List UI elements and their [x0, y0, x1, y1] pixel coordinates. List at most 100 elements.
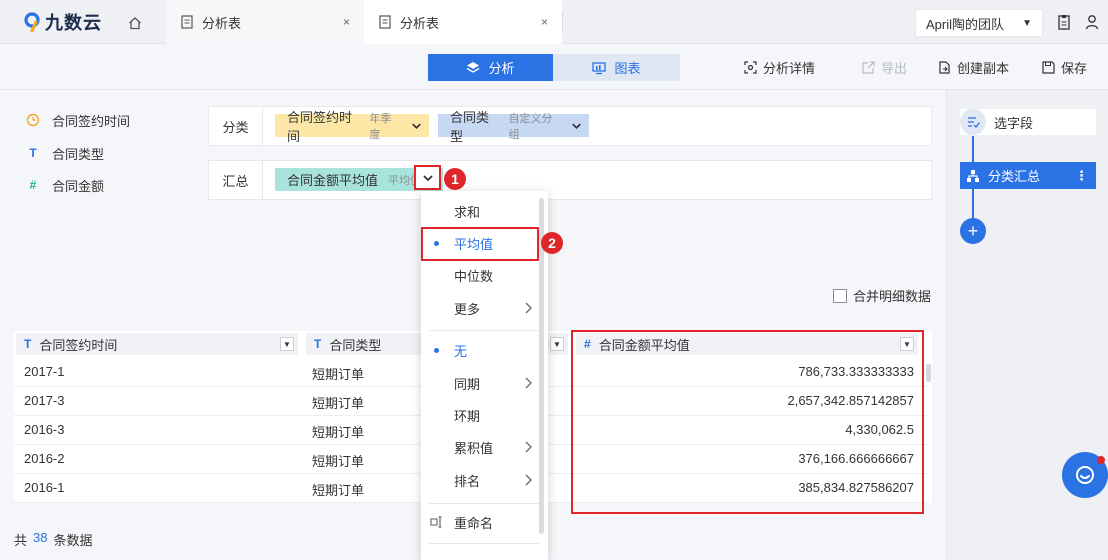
save-label: 保存: [1061, 60, 1088, 76]
menu-divider: [429, 330, 539, 331]
hierarchy-icon: [967, 169, 979, 182]
analysis-mode-button[interactable]: 分析: [428, 54, 553, 81]
cell-type: 短期订单: [312, 425, 365, 440]
cell-type: 短期订单: [312, 483, 365, 498]
column-header-time[interactable]: T 合同签约时间 ▼: [16, 333, 298, 355]
highlight-amount-column: [571, 330, 924, 514]
create-copy-button[interactable]: 创建副本: [938, 57, 1009, 77]
chart-mode-button[interactable]: 图表: [553, 54, 680, 81]
menu-item-label: 累积值: [454, 440, 494, 456]
category-row-label: 分类: [209, 107, 263, 145]
field-contract-amount[interactable]: # 合同金额: [26, 175, 104, 195]
field-contract-type[interactable]: T 合同类型: [26, 143, 104, 163]
cell-type: 短期订单: [312, 454, 365, 469]
clock-icon: [26, 113, 40, 127]
home-button[interactable]: [124, 12, 146, 34]
highlight-average-item: [421, 227, 539, 261]
menu-item-prev-period[interactable]: 环期: [421, 400, 541, 430]
more-options-icon[interactable]: ⋮: [1075, 168, 1088, 184]
step-select-label: 选字段: [994, 115, 1034, 131]
caret-down-icon: ▼: [1022, 17, 1032, 29]
menu-item-label: 排名: [454, 473, 481, 489]
save-button[interactable]: 保存: [1042, 57, 1087, 77]
field-select-icon: [960, 109, 986, 135]
chat-icon: [1076, 466, 1094, 484]
team-name: April陶的团队: [926, 16, 1005, 32]
clipboard-icon[interactable]: [1057, 14, 1071, 30]
category-chip-time[interactable]: 合同签约时间 年季度: [275, 110, 429, 144]
text-icon: T: [29, 146, 37, 160]
row-count-prefix: 共: [14, 533, 28, 548]
row-count: 共 38 条数据: [14, 530, 93, 549]
tab-analysis-2[interactable]: 分析表 ×: [364, 0, 562, 44]
close-icon[interactable]: ×: [343, 15, 350, 29]
cell-time: 2017-3: [24, 393, 65, 408]
cell-time: 2016-3: [24, 422, 65, 437]
document-icon: [181, 15, 193, 29]
app-logo[interactable]: 九数云: [22, 10, 102, 34]
field-contract-time[interactable]: 合同签约时间: [26, 110, 130, 130]
summary-row-label: 汇总: [209, 161, 263, 199]
tab-divider: [562, 12, 563, 32]
table-scrollbar[interactable]: [926, 364, 931, 382]
summary-row: 汇总 合同金额平均值 平均值: [208, 160, 932, 200]
team-select[interactable]: April陶的团队 ▼: [915, 9, 1043, 37]
text-type-icon: T: [314, 337, 322, 351]
menu-item-label: 无: [454, 343, 468, 359]
chevron-down-icon[interactable]: [410, 119, 423, 133]
menu-item-label: 环期: [454, 408, 481, 424]
summary-dropdown-toggle[interactable]: [414, 165, 441, 190]
copy-icon: [939, 60, 950, 74]
menu-item-label: 同期: [454, 376, 481, 392]
menu-item-none[interactable]: 无: [421, 335, 541, 365]
analysis-detail-label: 分析详情: [763, 60, 816, 76]
column-header-label: 合同类型: [329, 337, 382, 353]
menu-item-rank[interactable]: 排名: [421, 465, 541, 495]
menu-item-rename[interactable]: 重命名: [421, 507, 541, 537]
chip-sub: 自定义分组: [508, 112, 553, 141]
menu-item-more[interactable]: 更多: [421, 293, 541, 323]
column-header-label: 合同签约时间: [39, 337, 118, 353]
menu-item-label: 重命名: [454, 515, 494, 531]
category-chip-type[interactable]: 合同类型 自定义分组: [438, 110, 589, 144]
cell-time: 2016-2: [24, 451, 65, 466]
row-count-suffix: 条数据: [53, 533, 93, 548]
menu-item-cumulative[interactable]: 累积值: [421, 432, 541, 462]
app-name: 九数云: [45, 13, 102, 33]
category-row: 分类 合同签约时间 年季度 合同类型 自定义分组: [208, 106, 932, 146]
step-select-fields[interactable]: 选字段: [960, 109, 1096, 135]
analysis-detail-button[interactable]: 分析详情: [744, 57, 815, 77]
merge-detail-checkbox[interactable]: 合并明细数据: [833, 286, 931, 305]
save-icon: [1042, 60, 1055, 74]
logo-icon: [24, 12, 40, 32]
caret-down-icon[interactable]: ▼: [550, 337, 564, 351]
chevron-right-icon: [525, 474, 532, 486]
close-icon[interactable]: ×: [541, 15, 548, 29]
chip-label: 合同类型: [450, 109, 490, 144]
step-group-summary[interactable]: 分类汇总 ⋮: [960, 162, 1096, 189]
menu-item-sum[interactable]: 求和: [421, 196, 541, 226]
selected-dot-icon: [434, 348, 439, 353]
user-icon[interactable]: [1085, 14, 1099, 30]
chevron-right-icon: [525, 441, 532, 453]
analysis-mode-label: 分析: [488, 61, 515, 76]
add-step-button[interactable]: +: [960, 218, 986, 244]
focus-icon: [744, 60, 757, 74]
tab-label: 分析表: [400, 15, 440, 31]
cell-type: 短期订单: [312, 396, 365, 411]
export-button[interactable]: 导出: [862, 57, 907, 77]
export-icon: [862, 60, 875, 74]
step-badge-2: 2: [541, 232, 563, 254]
caret-down-icon[interactable]: ▼: [280, 337, 294, 351]
field-label: 合同签约时间: [52, 113, 131, 129]
chevron-down-icon[interactable]: [570, 119, 583, 133]
merge-detail-label: 合并明细数据: [853, 289, 932, 304]
checkbox-icon: [833, 288, 847, 303]
tab-analysis-1[interactable]: 分析表 ×: [166, 0, 364, 44]
document-icon: [379, 15, 391, 29]
menu-divider: [429, 543, 539, 544]
menu-item-same-period[interactable]: 同期: [421, 368, 541, 398]
menu-item-median[interactable]: 中位数: [421, 260, 541, 290]
cell-time: 2016-1: [24, 480, 65, 495]
menu-item-label: 求和: [454, 204, 481, 220]
